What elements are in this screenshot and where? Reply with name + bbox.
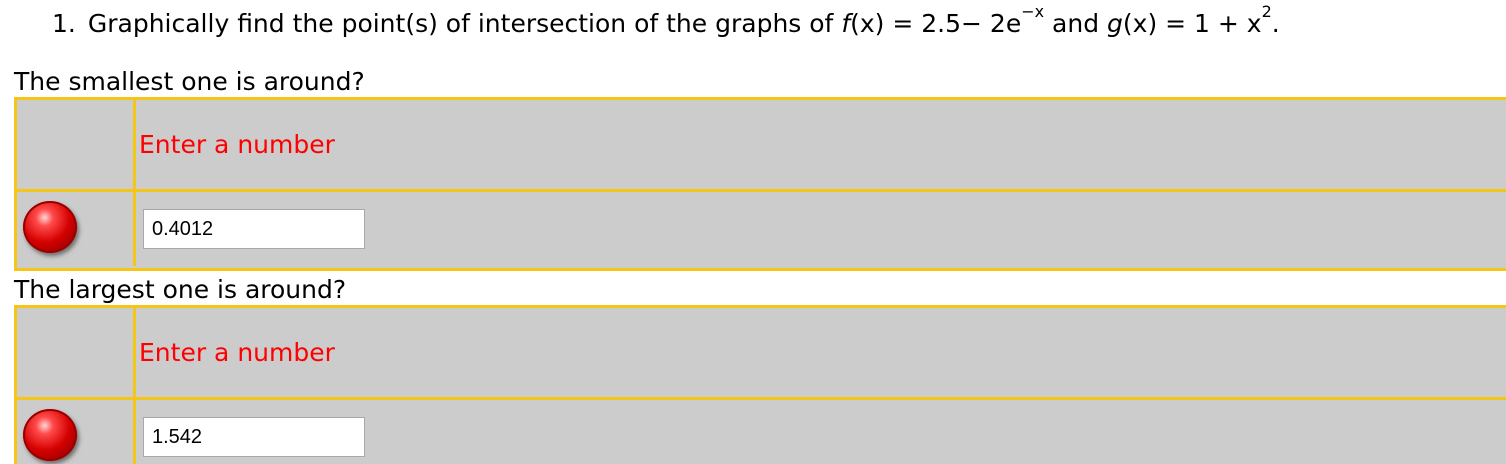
and-text: and [1044, 9, 1108, 38]
column-divider [133, 308, 136, 397]
part-2-prompt: The largest one is around? [14, 275, 347, 304]
column-divider [133, 100, 136, 189]
f-name: f [841, 9, 851, 38]
f-exponent: −x [1021, 2, 1045, 21]
part-1-hint: Enter a number [139, 130, 335, 159]
part-1-prompt: The smallest one is around? [14, 67, 365, 96]
column-divider [133, 400, 136, 464]
part-1-answer-table: Enter a number [14, 97, 1506, 271]
part-1-hint-row: Enter a number [17, 100, 1506, 192]
question-lead: Graphically find the point(s) of interse… [87, 9, 842, 38]
g-name: g [1107, 9, 1123, 38]
part-1-answer-input[interactable] [143, 209, 365, 249]
part-2-hint: Enter a number [139, 338, 335, 367]
homework-page: 1. Graphically find the point(s) of inter… [0, 0, 1506, 464]
incorrect-status-icon [23, 409, 77, 461]
part-2-answer-table: Enter a number [14, 305, 1506, 464]
g-expression: (x) = 1 + x [1122, 9, 1262, 38]
f-expression: (x) = 2.5− 2e [850, 9, 1022, 38]
part-2-input-row [17, 400, 1506, 464]
question-text: 1. Graphically find the point(s) of inter… [52, 4, 1280, 42]
column-divider [133, 192, 136, 266]
question-end: . [1271, 9, 1280, 38]
part-1-input-row [17, 192, 1506, 266]
incorrect-status-icon [23, 201, 77, 253]
part-2-hint-row: Enter a number [17, 308, 1506, 400]
part-2-answer-input[interactable] [143, 417, 365, 457]
g-exponent: 2 [1261, 2, 1272, 21]
question-number: 1. [52, 9, 76, 38]
